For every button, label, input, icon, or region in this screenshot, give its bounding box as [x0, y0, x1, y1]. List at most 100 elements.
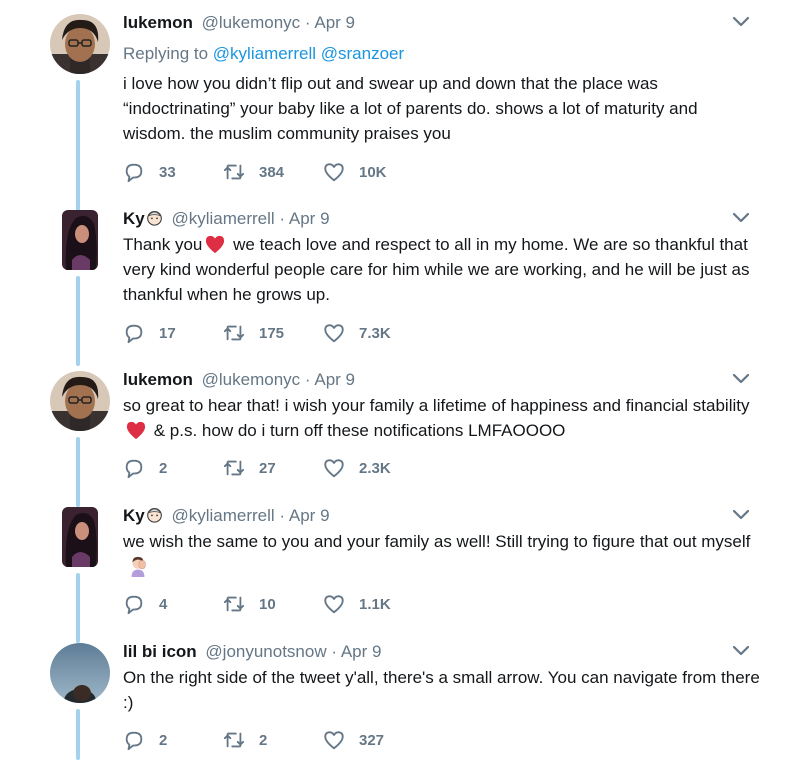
chevron-down-icon[interactable] [732, 509, 750, 521]
tweet-date[interactable]: Apr 9 [289, 506, 330, 525]
tweet-thread: lukemon @lukemonyc · Apr 9 Replying to @… [0, 0, 800, 760]
retweet-button[interactable]: 2 [223, 729, 267, 751]
tweet-header: Ky @kyliamerrell · Apr 9 [123, 208, 330, 230]
user-handle[interactable]: @lukemonyc [202, 370, 301, 389]
reply-button[interactable]: 33 [123, 161, 176, 183]
tweet-date[interactable]: Apr 9 [341, 642, 382, 661]
like-count: 1.1K [359, 595, 391, 613]
like-button[interactable]: 1.1K [323, 593, 391, 615]
thread-line [76, 80, 80, 212]
reply-button[interactable]: 4 [123, 593, 167, 615]
display-name[interactable]: lil bi icon [123, 642, 197, 661]
reply-icon [125, 595, 143, 615]
separator-dot: · [279, 506, 286, 525]
mention-link[interactable]: @sranzoer [321, 44, 404, 63]
mention-link[interactable]: @kyliamerrell [213, 44, 316, 63]
heart-icon [324, 163, 344, 182]
retweet-count: 175 [259, 324, 285, 342]
separator-dot: · [304, 370, 311, 389]
chevron-down-icon[interactable] [732, 373, 750, 385]
reply-button[interactable]: 17 [123, 322, 176, 344]
thread-line [76, 709, 80, 760]
reply-count: 4 [159, 595, 168, 613]
retweet-icon [223, 596, 245, 612]
tweet-text: we wish the same to you and your family … [123, 529, 763, 579]
display-name[interactable]: Ky [123, 209, 145, 228]
user-avatar-icon[interactable] [62, 210, 98, 270]
heart-icon [324, 324, 344, 343]
display-name[interactable]: lukemon [123, 370, 193, 389]
tweet-text: so great to hear that! i wish your famil… [123, 393, 763, 443]
retweet-button[interactable]: 384 [223, 161, 284, 183]
tweet-header: lukemon @lukemonyc · Apr 9 [123, 12, 355, 34]
tweet-3[interactable]: lukemon @lukemonyc · Apr 9 so great to h… [0, 369, 800, 507]
separator-dot: · [279, 209, 286, 228]
retweet-count: 27 [259, 459, 276, 477]
tweet-text: i love how you didn’t flip out and swear… [123, 74, 698, 143]
replying-to: Replying to @kyliamerrell @sranzoer [123, 44, 404, 64]
user-avatar-icon[interactable] [50, 14, 110, 74]
bride-face-icon [146, 211, 162, 226]
tweet-header: Ky @kyliamerrell · Apr 9 [123, 505, 330, 527]
tweet-date[interactable]: Apr 9 [314, 370, 355, 389]
tweet-header: lukemon @lukemonyc · Apr 9 [123, 369, 355, 391]
reply-icon [125, 163, 143, 183]
red-heart-icon [126, 421, 146, 440]
user-handle[interactable]: @kyliamerrell [171, 209, 274, 228]
tweet-4[interactable]: Ky @kyliamerrell · Apr 9 we wish the sam… [0, 505, 800, 643]
retweet-icon [223, 164, 245, 180]
separator-dot: · [304, 13, 311, 32]
heart-icon [324, 731, 344, 750]
retweet-button[interactable]: 175 [223, 322, 284, 344]
replying-label: Replying to [123, 44, 209, 63]
thread-line [76, 276, 80, 366]
user-avatar-icon[interactable] [62, 507, 98, 567]
reply-count: 17 [159, 324, 176, 342]
reply-count: 2 [159, 459, 168, 477]
user-avatar-icon[interactable] [50, 643, 110, 703]
user-handle[interactable]: @kyliamerrell [171, 506, 274, 525]
retweet-button[interactable]: 10 [223, 593, 276, 615]
like-button[interactable]: 2.3K [323, 457, 391, 479]
like-count: 7.3K [359, 324, 391, 342]
separator-dot: · [331, 642, 338, 661]
like-button[interactable]: 7.3K [323, 322, 391, 344]
tweet-date[interactable]: Apr 9 [289, 209, 330, 228]
tweet-1[interactable]: lukemon @lukemonyc · Apr 9 Replying to @… [0, 12, 800, 212]
display-name[interactable]: Ky [123, 506, 145, 525]
like-count: 10K [359, 163, 387, 181]
retweet-icon [223, 325, 245, 341]
like-button[interactable]: 10K [323, 161, 387, 183]
reply-count: 2 [159, 731, 168, 749]
tweet-text-part: & p.s. how do i turn off these notificat… [153, 421, 566, 440]
tweet-5[interactable]: lil bi icon @jonyunotsnow · Apr 9 On the… [0, 641, 800, 760]
heart-icon [324, 459, 344, 478]
thread-line [76, 573, 80, 643]
user-handle[interactable]: @jonyunotsnow [205, 642, 326, 661]
heart-icon [324, 595, 344, 614]
tweet-2[interactable]: Ky @kyliamerrell · Apr 9 Thank you we te… [0, 208, 800, 366]
chevron-down-icon[interactable] [732, 645, 750, 657]
chevron-down-icon[interactable] [732, 16, 750, 28]
tweet-text: Thank you we teach love and respect to a… [123, 232, 763, 307]
retweet-count: 10 [259, 595, 276, 613]
thread-line [76, 437, 80, 507]
chevron-down-icon[interactable] [732, 212, 750, 224]
user-handle[interactable]: @lukemonyc [202, 13, 301, 32]
retweet-button[interactable]: 27 [223, 457, 276, 479]
like-count: 2.3K [359, 459, 391, 477]
tweet-date[interactable]: Apr 9 [314, 13, 355, 32]
like-button[interactable]: 327 [323, 729, 384, 751]
reply-icon [125, 731, 143, 751]
reply-button[interactable]: 2 [123, 457, 167, 479]
user-avatar-icon[interactable] [50, 371, 110, 431]
reply-button[interactable]: 2 [123, 729, 167, 751]
tweet-text-part: so great to hear that! i wish your famil… [123, 396, 750, 415]
tweet-text: On the right side of the tweet y'all, th… [123, 668, 760, 712]
tweet-text-part: we wish the same to you and your family … [123, 532, 751, 551]
tweet-text-part: Thank you [123, 235, 203, 254]
like-count: 327 [359, 731, 385, 749]
display-name[interactable]: lukemon [123, 13, 193, 32]
red-heart-icon [206, 235, 225, 254]
reply-count: 33 [159, 163, 176, 181]
